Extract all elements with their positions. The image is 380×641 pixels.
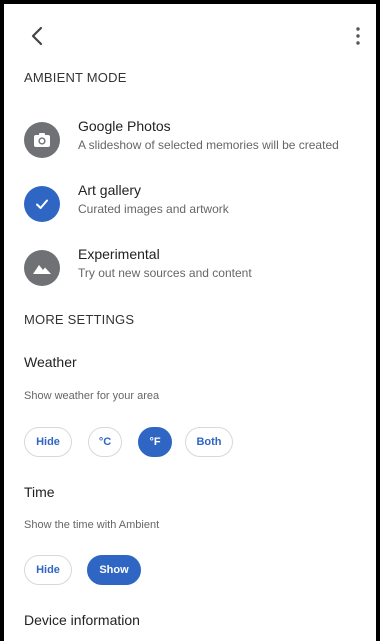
time-chip-hide[interactable]: Hide bbox=[24, 555, 72, 585]
weather-chip-fahrenheit[interactable]: °F bbox=[138, 427, 172, 457]
option-desc: Try out new sources and content bbox=[78, 266, 252, 280]
option-google-photos[interactable]: Google Photos A slideshow of selected me… bbox=[24, 118, 370, 168]
landscape-icon bbox=[33, 265, 51, 274]
ambient-mode-header: AMBIENT MODE bbox=[24, 70, 127, 85]
time-desc: Show the time with Ambient bbox=[24, 519, 160, 531]
top-app-bar bbox=[4, 4, 376, 60]
option-experimental-icon-circle bbox=[24, 250, 60, 286]
back-arrow-icon bbox=[31, 26, 43, 46]
option-desc: A slideshow of selected memories will be… bbox=[78, 138, 339, 152]
weather-chip-both[interactable]: Both bbox=[185, 427, 233, 457]
more-options-button[interactable] bbox=[348, 24, 368, 48]
option-desc: Curated images and artwork bbox=[78, 202, 229, 216]
option-title: Google Photos bbox=[78, 118, 171, 134]
camera-icon bbox=[34, 133, 50, 147]
weather-title: Weather bbox=[24, 354, 77, 370]
device-information-item[interactable]: Device information bbox=[24, 612, 140, 628]
time-chip-show[interactable]: Show bbox=[87, 555, 141, 585]
more-vert-icon bbox=[356, 27, 360, 45]
option-experimental[interactable]: Experimental Try out new sources and con… bbox=[24, 246, 370, 296]
option-art-gallery-icon-circle bbox=[24, 186, 60, 222]
option-title: Art gallery bbox=[78, 182, 142, 198]
time-title: Time bbox=[24, 484, 55, 500]
check-icon bbox=[36, 199, 48, 209]
weather-chip-hide[interactable]: Hide bbox=[24, 427, 72, 457]
weather-desc: Show weather for your area bbox=[24, 390, 160, 402]
option-google-photos-icon-circle bbox=[24, 122, 60, 158]
more-settings-header: MORE SETTINGS bbox=[24, 312, 135, 327]
option-art-gallery[interactable]: Art gallery Curated images and artwork bbox=[24, 182, 370, 232]
back-button[interactable] bbox=[24, 22, 52, 50]
weather-chip-celsius[interactable]: °C bbox=[88, 427, 122, 457]
screen: AMBIENT MODE Google Photos A slideshow o… bbox=[4, 4, 376, 641]
option-title: Experimental bbox=[78, 246, 160, 262]
